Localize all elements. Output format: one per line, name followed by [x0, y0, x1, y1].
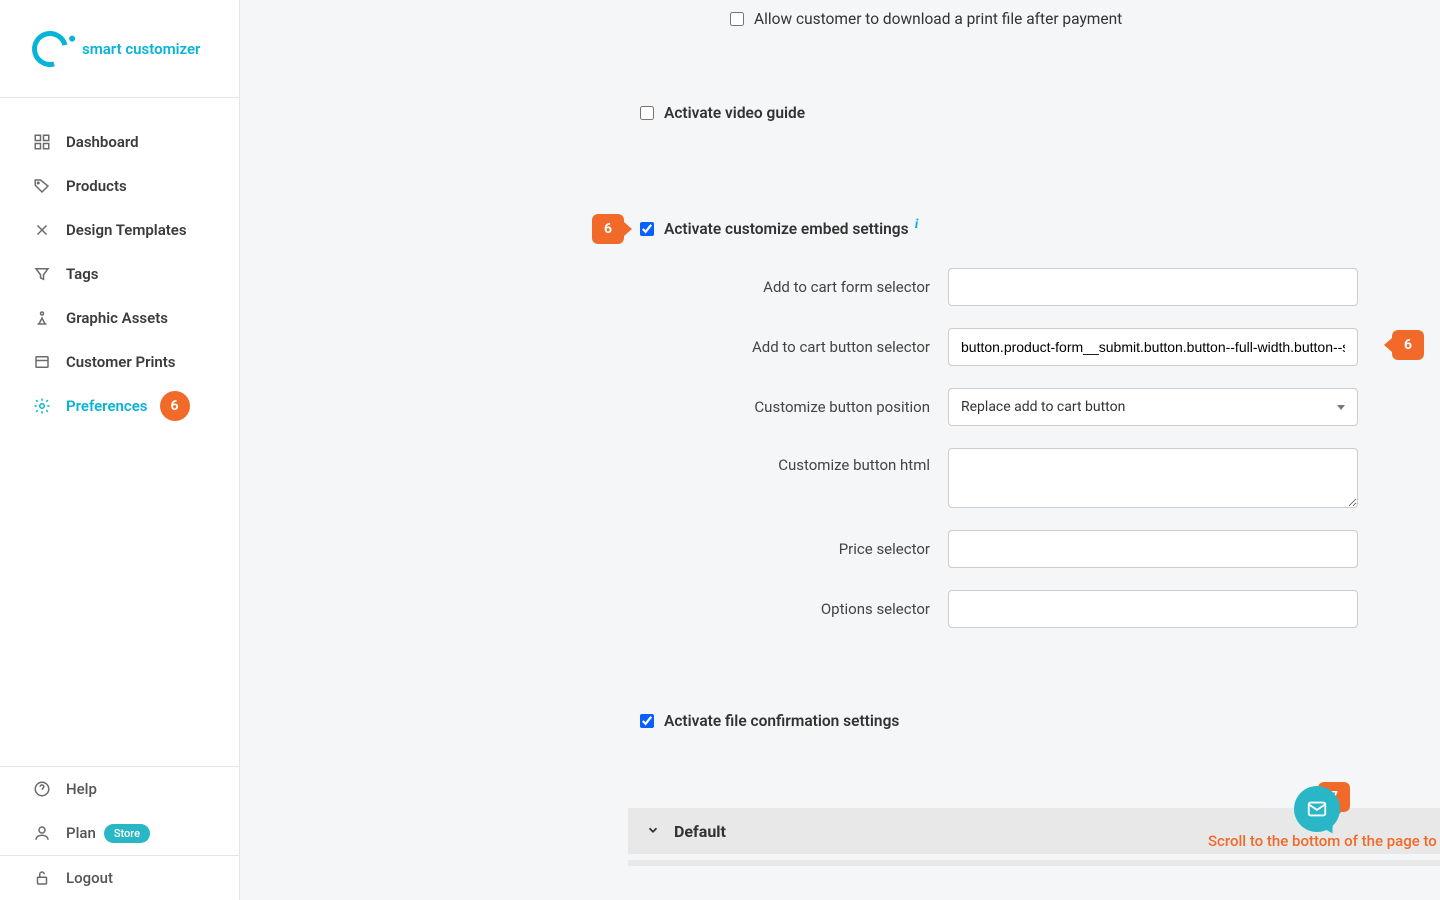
mail-icon [1306, 798, 1328, 820]
sidebar-item-design-templates[interactable]: Design Templates [0, 208, 239, 252]
button-html-textarea[interactable] [948, 448, 1358, 508]
gear-icon [32, 396, 52, 416]
form-label: Customize button position [628, 398, 948, 416]
tag-icon [32, 176, 52, 196]
nav-footer: Help Plan Store Logout [0, 766, 239, 900]
save-hint: Scroll to the bottom of the page to Save [1128, 832, 1440, 850]
sidebar-item-label: Preferences [66, 397, 148, 415]
chevron-down-icon [1337, 405, 1345, 410]
sidebar: smart customizer Dashboard Products Desi… [0, 0, 240, 900]
allow-download-row: Allow customer to download a print file … [730, 10, 1122, 28]
cart-button-selector-input[interactable] [948, 328, 1358, 366]
prints-icon [32, 352, 52, 372]
sidebar-item-customer-prints[interactable]: Customer Prints [0, 340, 239, 384]
video-guide-checkbox[interactable] [640, 106, 654, 120]
form-label: Add to cart button selector [628, 338, 948, 356]
sidebar-item-products[interactable]: Products [0, 164, 239, 208]
brand-name: smart customizer [82, 40, 200, 58]
preferences-badge: 6 [160, 391, 190, 421]
form-label: Options selector [628, 600, 948, 618]
allow-download-checkbox[interactable] [730, 12, 744, 26]
form-row-options-selector: Options selector [628, 590, 1358, 628]
sidebar-item-label: Logout [66, 869, 113, 887]
form-label: Price selector [628, 540, 948, 558]
sidebar-item-label: Design Templates [66, 221, 187, 239]
file-confirmation-label: Activate file confirmation settings [664, 712, 899, 730]
logo[interactable]: smart customizer [0, 0, 239, 98]
form-row-button-position: Customize button position Replace add to… [628, 388, 1358, 426]
select-value: Replace add to cart button [961, 399, 1125, 415]
embed-settings-checkbox[interactable] [640, 222, 654, 236]
allow-download-label: Allow customer to download a print file … [754, 10, 1122, 28]
accordion-title: Default [674, 822, 726, 841]
form-row-cart-form-selector: Add to cart form selector [628, 268, 1358, 306]
step-marker-6-right: 6 [1392, 330, 1424, 360]
sidebar-item-label: Help [66, 780, 97, 798]
cart-form-selector-input[interactable] [948, 268, 1358, 306]
file-confirmation-checkbox[interactable] [640, 714, 654, 728]
embed-settings-label: Activate customize embed settings [664, 220, 909, 238]
sidebar-item-label: Graphic Assets [66, 309, 168, 327]
accordion-next-stub [628, 860, 1440, 866]
embed-settings-row: Activate customize embed settings i [640, 220, 918, 238]
plan-pill: Store [104, 824, 150, 843]
price-selector-input[interactable] [948, 530, 1358, 568]
options-selector-input[interactable] [948, 590, 1358, 628]
user-icon [32, 823, 52, 843]
dashboard-icon [32, 132, 52, 152]
sidebar-item-label: Products [66, 177, 127, 195]
form-row-price-selector: Price selector [628, 530, 1358, 568]
nav-main: Dashboard Products Design Templates Tags… [0, 98, 239, 766]
file-confirmation-row: Activate file confirmation settings [640, 712, 899, 730]
button-position-select[interactable]: Replace add to cart button [948, 388, 1358, 426]
form-row-cart-button-selector: Add to cart button selector [628, 328, 1358, 366]
video-guide-row: Activate video guide [640, 104, 805, 122]
chat-button[interactable] [1294, 786, 1340, 832]
sidebar-item-label: Tags [66, 265, 99, 283]
help-icon [32, 779, 52, 799]
filter-icon [32, 264, 52, 284]
sidebar-item-label: Customer Prints [66, 353, 176, 371]
form-label: Add to cart form selector [628, 278, 948, 296]
video-guide-label: Activate video guide [664, 104, 805, 122]
sidebar-item-help[interactable]: Help [0, 767, 239, 811]
chevron-down-icon [646, 822, 660, 841]
form-row-button-html: Customize button html [628, 448, 1358, 508]
main-content: Allow customer to download a print file … [240, 0, 1440, 900]
info-icon[interactable]: i [915, 217, 919, 233]
templates-icon [32, 220, 52, 240]
sidebar-item-label: Dashboard [66, 133, 139, 151]
sidebar-item-tags[interactable]: Tags [0, 252, 239, 296]
logo-icon [25, 24, 74, 73]
sidebar-item-dashboard[interactable]: Dashboard [0, 120, 239, 164]
sidebar-item-graphic-assets[interactable]: Graphic Assets [0, 296, 239, 340]
sidebar-item-plan[interactable]: Plan Store [0, 811, 239, 855]
assets-icon [32, 308, 52, 328]
form-label: Customize button html [628, 448, 948, 474]
lock-icon [32, 868, 52, 888]
sidebar-item-logout[interactable]: Logout [0, 856, 239, 900]
sidebar-item-label: Plan [66, 824, 96, 842]
sidebar-item-preferences[interactable]: Preferences 6 [0, 384, 239, 428]
step-marker-6-left: 6 [592, 214, 624, 244]
